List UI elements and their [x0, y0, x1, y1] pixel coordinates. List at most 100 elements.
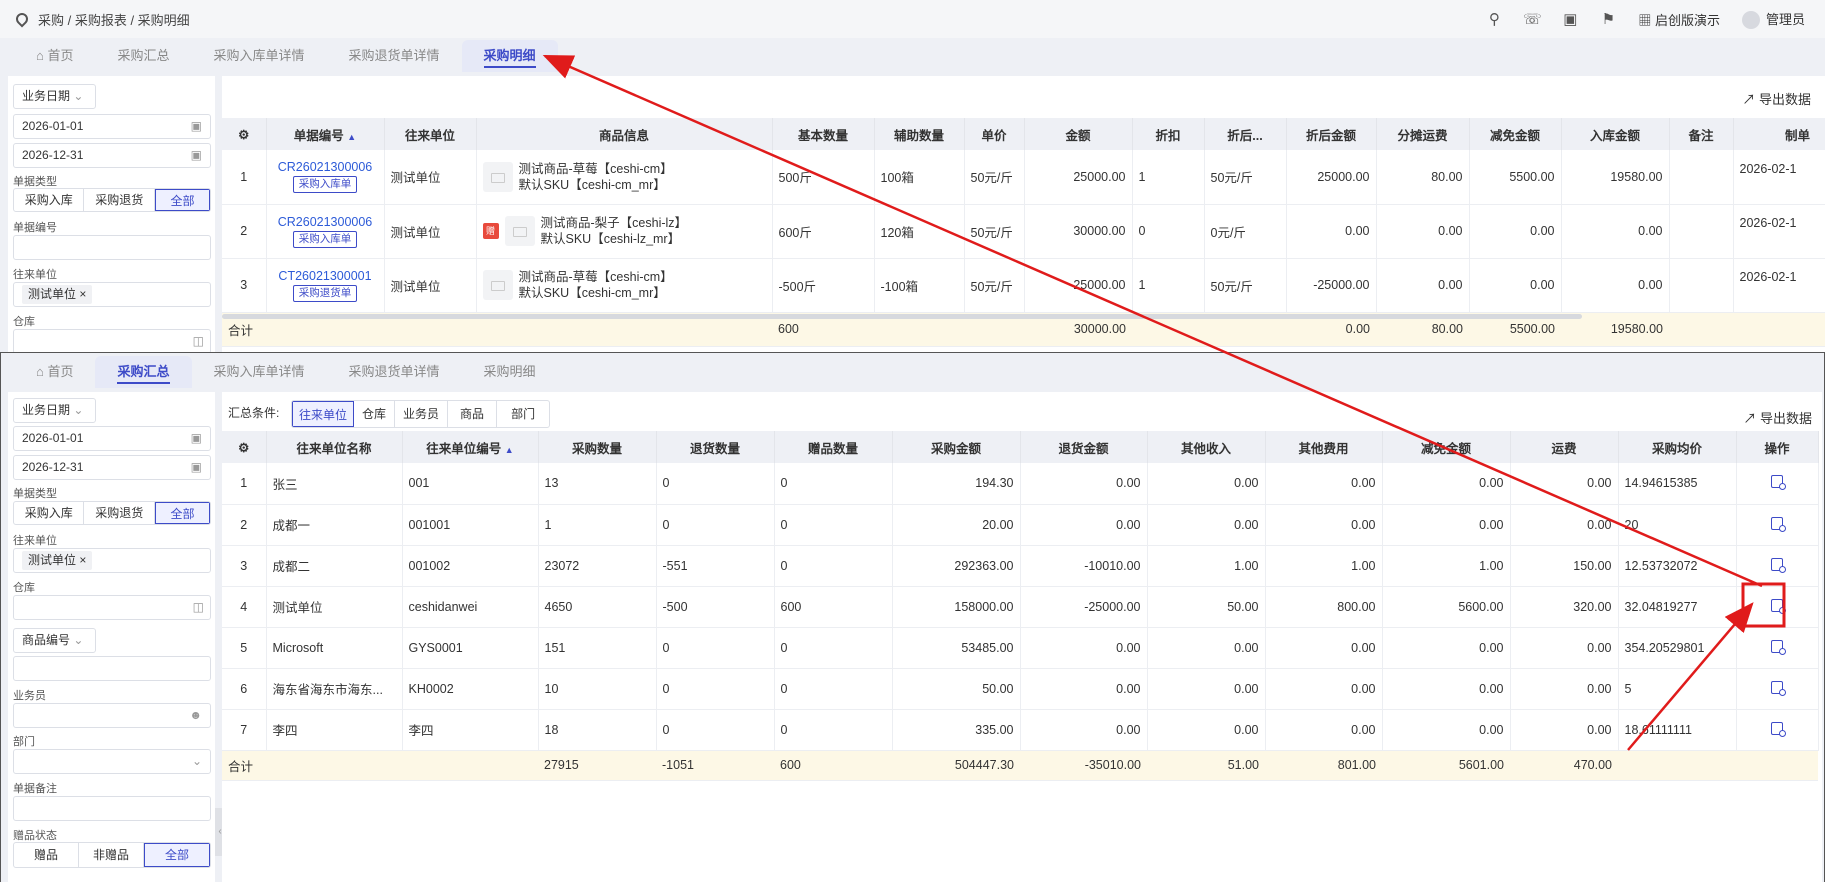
table-row[interactable]: 1 张三 001 13 0 0 194.30 0.00 0.00 0.00 0.00 0.00 14.9… [222, 463, 1819, 505]
tab-inbound-detail[interactable]: 采购入库单详情 [192, 356, 327, 388]
date-end-input[interactable]: 2026-12-31 ▣ [13, 143, 211, 168]
horizontal-scrollbar[interactable] [222, 314, 1582, 319]
doc-type-tag[interactable]: 采购入库单 [292, 230, 358, 248]
view-detail-icon[interactable] [1771, 721, 1786, 737]
gift-option-gift[interactable]: 赠品 [14, 843, 79, 867]
dept-select[interactable]: ⌄ [13, 749, 211, 774]
gift-option-all[interactable]: 全部 [144, 843, 210, 867]
table-row[interactable]: 3 CT26021300001 采购退货单 测试单位 测试商品-草莓【ceshi-cm】… [222, 258, 1825, 313]
table-row[interactable]: 4 测试单位 ceshidanwei 4650 -500 600 158000.00 -250… [222, 586, 1819, 628]
doc-type-all[interactable]: 全部 [154, 189, 210, 211]
bell-icon[interactable]: ⚑ [1600, 11, 1616, 28]
export-button-top[interactable]: ↗ 导出数据 [1742, 89, 1811, 108]
col-doc-no[interactable]: 单据编号 ▲ [266, 118, 385, 150]
view-detail-icon[interactable] [1771, 475, 1786, 491]
summary-cell: 0 [774, 545, 893, 587]
sort-icon: ▲ [347, 131, 357, 142]
warehouse-input[interactable]: ◫ [13, 329, 211, 354]
view-detail-icon[interactable] [1771, 598, 1786, 614]
disc-amount: 0.00 [1286, 204, 1377, 259]
tab-inbound-detail[interactable]: 采购入库单详情 [192, 40, 327, 72]
doc-type-inbound[interactable]: 采购入库单 [14, 502, 85, 524]
export-button-bottom[interactable]: ↗ 导出数据 [1743, 408, 1812, 427]
date-type-select[interactable]: 业务日期 ⌄ [13, 84, 96, 109]
price: 50元/斤 [964, 258, 1025, 313]
remark-input[interactable] [13, 796, 211, 821]
disc-price: 50元/斤 [1204, 150, 1287, 205]
table-row[interactable]: 5 Microsoft GYS0001 151 0 0 53485.00 0.00 0.00 0.… [222, 627, 1819, 669]
user-menu[interactable]: 管理员 [1741, 9, 1805, 30]
settings-icon[interactable]: ⚙ [222, 118, 267, 150]
date-start-input[interactable]: 2026-01-01 ▣ [13, 114, 211, 139]
col-header: 退货数量 [656, 431, 775, 463]
action-cell [1736, 504, 1819, 546]
headset-icon[interactable]: ☏ [1523, 11, 1542, 28]
view-detail-icon[interactable] [1771, 680, 1786, 696]
doc-type-tag[interactable]: 采购入库单 [292, 176, 358, 194]
doc-link[interactable]: CT26021300001 [273, 269, 378, 283]
doc-no-input[interactable] [13, 235, 211, 260]
cond-partner[interactable]: 往来单位 [292, 401, 355, 427]
tab-home[interactable]: ⌂ 首页 [14, 356, 95, 388]
date-type-select[interactable]: 业务日期 ⌄ [13, 398, 96, 423]
book-icon[interactable]: ▣ [1562, 11, 1578, 28]
tab-purchase-detail[interactable]: 采购明细 [462, 356, 558, 388]
summary-cell: 测试单位 [266, 586, 403, 628]
partner-label: 往来单位 [13, 269, 57, 281]
company-switch[interactable]: ▦ 启创版演示 [1638, 10, 1720, 29]
table-row[interactable]: 2 CR26021300006 采购入库单 测试单位赠测试商品-梨子【ceshi-lz… [222, 204, 1825, 259]
cond-warehouse[interactable]: 仓库 [354, 401, 396, 427]
table-row[interactable]: 3 成都二 001002 23072 -551 0 292363.00 -10010.00 1.… [222, 545, 1819, 587]
goods-no-input[interactable] [13, 656, 211, 681]
summary-cell: 0.00 [1382, 504, 1511, 546]
table-row[interactable]: 6 海东省海东市海东... KH0002 10 0 0 50.00 0.00 0.00 0.00 0… [222, 668, 1819, 710]
summary-cell: 张三 [266, 463, 403, 505]
tab-purchase-detail[interactable]: 采购明细 [461, 40, 558, 72]
table-row[interactable]: 2 成都一 001001 1 0 0 20.00 0.00 0.00 0.00 0.00 0.00 20 [222, 504, 1819, 546]
tab-return-detail[interactable]: 采购退货单详情 [327, 40, 462, 72]
doc-link[interactable]: CR26021300006 [273, 215, 378, 229]
tab-purchase-summary[interactable]: 采购汇总 [95, 356, 192, 388]
col-header[interactable]: 往来单位编号 ▲ [402, 431, 539, 463]
summary-cell: 12.53732072 [1618, 545, 1737, 587]
goods-no-select[interactable]: 商品编号 ⌄ [13, 628, 96, 653]
warehouse-input[interactable]: ◫ [13, 595, 211, 620]
doc-type-tag[interactable]: 采购退货单 [292, 284, 358, 302]
salesman-input[interactable]: ☻ [13, 703, 211, 728]
summary-cell: 50.00 [1147, 586, 1266, 628]
avatar [1741, 11, 1760, 30]
cond-salesman[interactable]: 业务员 [395, 401, 449, 427]
gift-option-nongift[interactable]: 非赠品 [79, 843, 144, 867]
view-detail-icon[interactable] [1771, 516, 1786, 532]
table-row[interactable]: 7 李四 李四 18 0 0 335.00 0.00 0.00 0.00 0.00 0.00 18.61… [222, 709, 1819, 751]
col-creator: 制单 [1733, 118, 1825, 150]
summary-cell: 001 [402, 463, 539, 505]
table-row[interactable]: 1 CR26021300006 采购入库单 测试单位 测试商品-草莓【ceshi-cm】… [222, 150, 1825, 205]
tab-return-detail[interactable]: 采购退货单详情 [327, 356, 462, 388]
tab-home[interactable]: ⌂ 首页 [14, 40, 95, 72]
tab-purchase-summary[interactable]: 采购汇总 [95, 40, 191, 72]
doc-type-all[interactable]: 全部 [154, 502, 210, 524]
in-amount: 0.00 [1561, 258, 1670, 313]
view-detail-icon[interactable] [1771, 557, 1786, 573]
action-cell [1736, 586, 1819, 628]
date-end-input[interactable]: 2026-12-31 ▣ [13, 455, 211, 480]
sum-cell: 470.00 [1510, 750, 1618, 781]
doc-type-return[interactable]: 采购退货单 [84, 189, 155, 211]
partner-input[interactable]: 测试单位 × [13, 282, 211, 307]
summary-cell: 0.00 [1382, 463, 1511, 505]
creator-cell: 2026-02-1管理 [1733, 258, 1825, 313]
summary-cell: 0.00 [1510, 463, 1619, 505]
summary-cell: 0.00 [1020, 504, 1148, 546]
search-icon[interactable]: ⚲ [1486, 11, 1502, 28]
partner-input[interactable]: 测试单位 × [13, 548, 211, 573]
cond-dept[interactable]: 部门 [497, 401, 549, 427]
date-start-input[interactable]: 2026-01-01 ▣ [13, 426, 211, 451]
summary-cell: 李四 [402, 709, 539, 751]
doc-type-inbound[interactable]: 采购入库单 [14, 189, 85, 211]
cond-goods[interactable]: 商品 [448, 401, 498, 427]
doc-link[interactable]: CR26021300006 [273, 160, 378, 174]
settings-icon[interactable]: ⚙ [222, 431, 267, 463]
doc-type-return[interactable]: 采购退货单 [84, 502, 155, 524]
view-detail-icon[interactable] [1771, 639, 1786, 655]
